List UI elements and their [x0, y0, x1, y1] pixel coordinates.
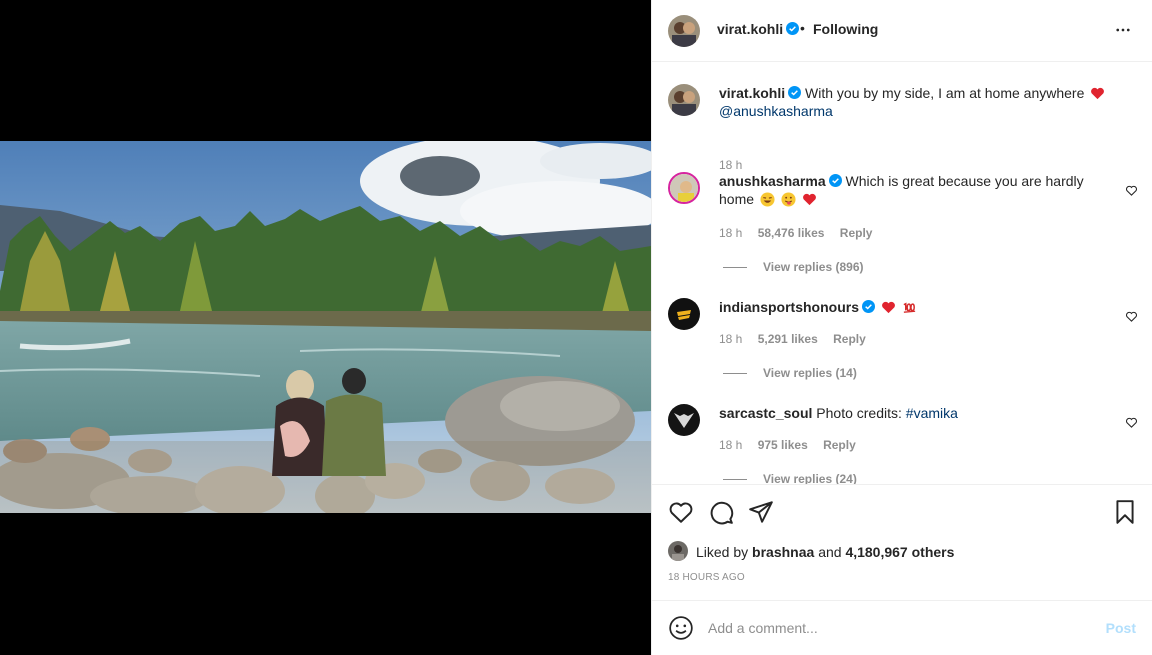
- comment-meta: 18 h 58,476 likes Reply: [719, 226, 884, 240]
- caption: virat.kohli With you by my side, I am at…: [668, 84, 1138, 172]
- action-bar: [652, 484, 1152, 536]
- comment-item: indiansportshonours 18 h 5,291 likes Rep…: [668, 298, 1138, 398]
- verified-icon: [786, 22, 800, 35]
- liked-by-text: Liked by brashnaa and 4,180,967 others: [696, 544, 954, 560]
- more-options-icon[interactable]: [1114, 21, 1132, 39]
- post-photo[interactable]: [0, 141, 651, 513]
- comment-time[interactable]: 18 h: [719, 226, 742, 240]
- comment-username[interactable]: sarcastc_soul: [719, 405, 812, 421]
- avatar-image: [668, 404, 700, 436]
- comment-hashtag[interactable]: #vamika: [906, 405, 958, 421]
- post-media: [0, 0, 651, 655]
- comment-text: Photo credits:: [816, 405, 902, 421]
- post-side-panel: virat.kohli • Following virat.kohli With…: [651, 0, 1152, 655]
- comment-input[interactable]: [708, 620, 1088, 636]
- likes-count[interactable]: 4,180,967 others: [845, 544, 954, 560]
- caption-meta: 18 h: [719, 158, 754, 172]
- post-button[interactable]: Post: [1106, 620, 1136, 636]
- like-comment-icon[interactable]: [1125, 416, 1138, 429]
- comment-icon[interactable]: [708, 499, 734, 525]
- following-button[interactable]: Following: [813, 21, 878, 37]
- post-timestamp[interactable]: 18 HOURS AGO: [668, 572, 745, 583]
- avatar-image: [668, 15, 700, 47]
- red-heart-icon: [881, 301, 895, 314]
- laughing-emoji-icon: [760, 192, 775, 207]
- tongue-emoji-icon: [781, 192, 796, 207]
- caption-body: virat.kohli With you by my side, I am at…: [719, 84, 1114, 120]
- view-replies-label: View replies (24): [763, 472, 857, 484]
- like-comment-icon[interactable]: [1125, 310, 1138, 323]
- verified-icon: [862, 300, 875, 313]
- liker-avatar[interactable]: [668, 541, 688, 561]
- caption-mention[interactable]: @anushkasharma: [719, 103, 833, 119]
- comment-avatar[interactable]: [668, 298, 700, 330]
- author-username[interactable]: virat.kohli: [717, 21, 800, 37]
- comment-meta: 18 h 975 likes Reply: [719, 438, 868, 452]
- comment-item: anushkasharma Which is great because you…: [668, 172, 1138, 274]
- view-replies-label: View replies (14): [763, 366, 857, 380]
- comment-avatar[interactable]: [668, 172, 700, 204]
- author-avatar[interactable]: [668, 15, 700, 47]
- comments-list[interactable]: virat.kohli With you by my side, I am at…: [652, 62, 1152, 484]
- share-icon[interactable]: [748, 499, 774, 525]
- avatar-image: [668, 84, 700, 116]
- hundred-points-icon: [903, 302, 915, 313]
- comment-likes[interactable]: 5,291 likes: [758, 332, 818, 346]
- like-comment-icon[interactable]: [1125, 184, 1138, 197]
- comment-body: anushkasharma Which is great because you…: [719, 172, 1114, 208]
- comment-likes[interactable]: 975 likes: [758, 438, 808, 452]
- comment-likes[interactable]: 58,476 likes: [758, 226, 825, 240]
- comment-item: sarcastc_soul Photo credits: #vamika 18 …: [668, 404, 1138, 484]
- comment-time[interactable]: 18 h: [719, 332, 742, 346]
- comment-body: sarcastc_soul Photo credits: #vamika: [719, 404, 1114, 422]
- red-heart-icon: [802, 193, 816, 206]
- caption-username[interactable]: virat.kohli: [719, 85, 785, 101]
- avatar-image: [668, 541, 688, 561]
- view-replies-label: View replies (896): [763, 260, 864, 274]
- replies-divider: [723, 267, 747, 269]
- caption-time[interactable]: 18 h: [719, 158, 742, 172]
- verified-icon: [788, 86, 802, 99]
- view-replies-button[interactable]: View replies (24): [723, 472, 857, 484]
- reply-button[interactable]: Reply: [833, 332, 866, 346]
- caption-text: With you by my side, I am at home anywhe…: [805, 85, 1085, 101]
- view-replies-button[interactable]: View replies (896): [723, 260, 864, 274]
- reply-button[interactable]: Reply: [840, 226, 873, 240]
- replies-divider: [723, 479, 747, 481]
- comment-avatar[interactable]: [668, 404, 700, 436]
- landscape-image: [0, 141, 651, 513]
- comment-body: indiansportshonours: [719, 298, 1114, 316]
- smile-icon[interactable]: [668, 615, 694, 641]
- separator-dot: •: [800, 20, 805, 36]
- red-heart-icon: [1091, 87, 1105, 100]
- view-replies-button[interactable]: View replies (14): [723, 366, 857, 380]
- liked-by-user[interactable]: brashnaa: [752, 544, 814, 560]
- replies-divider: [723, 373, 747, 375]
- bookmark-icon[interactable]: [1112, 499, 1138, 525]
- verified-icon: [828, 174, 842, 187]
- comment-username[interactable]: anushkasharma: [719, 173, 826, 189]
- avatar-image: [668, 298, 700, 330]
- liked-by-and: and: [818, 544, 842, 560]
- comment-time[interactable]: 18 h: [719, 438, 742, 452]
- reply-button[interactable]: Reply: [823, 438, 856, 452]
- post-header: virat.kohli • Following: [652, 0, 1152, 62]
- caption-avatar[interactable]: [668, 84, 700, 116]
- add-comment-bar: Post: [652, 600, 1152, 655]
- comment-meta: 18 h 5,291 likes Reply: [719, 332, 878, 346]
- heart-icon[interactable]: [668, 499, 694, 525]
- comment-username[interactable]: indiansportshonours: [719, 299, 859, 315]
- avatar-image: [670, 174, 698, 202]
- liked-by-prefix: Liked by: [696, 544, 749, 560]
